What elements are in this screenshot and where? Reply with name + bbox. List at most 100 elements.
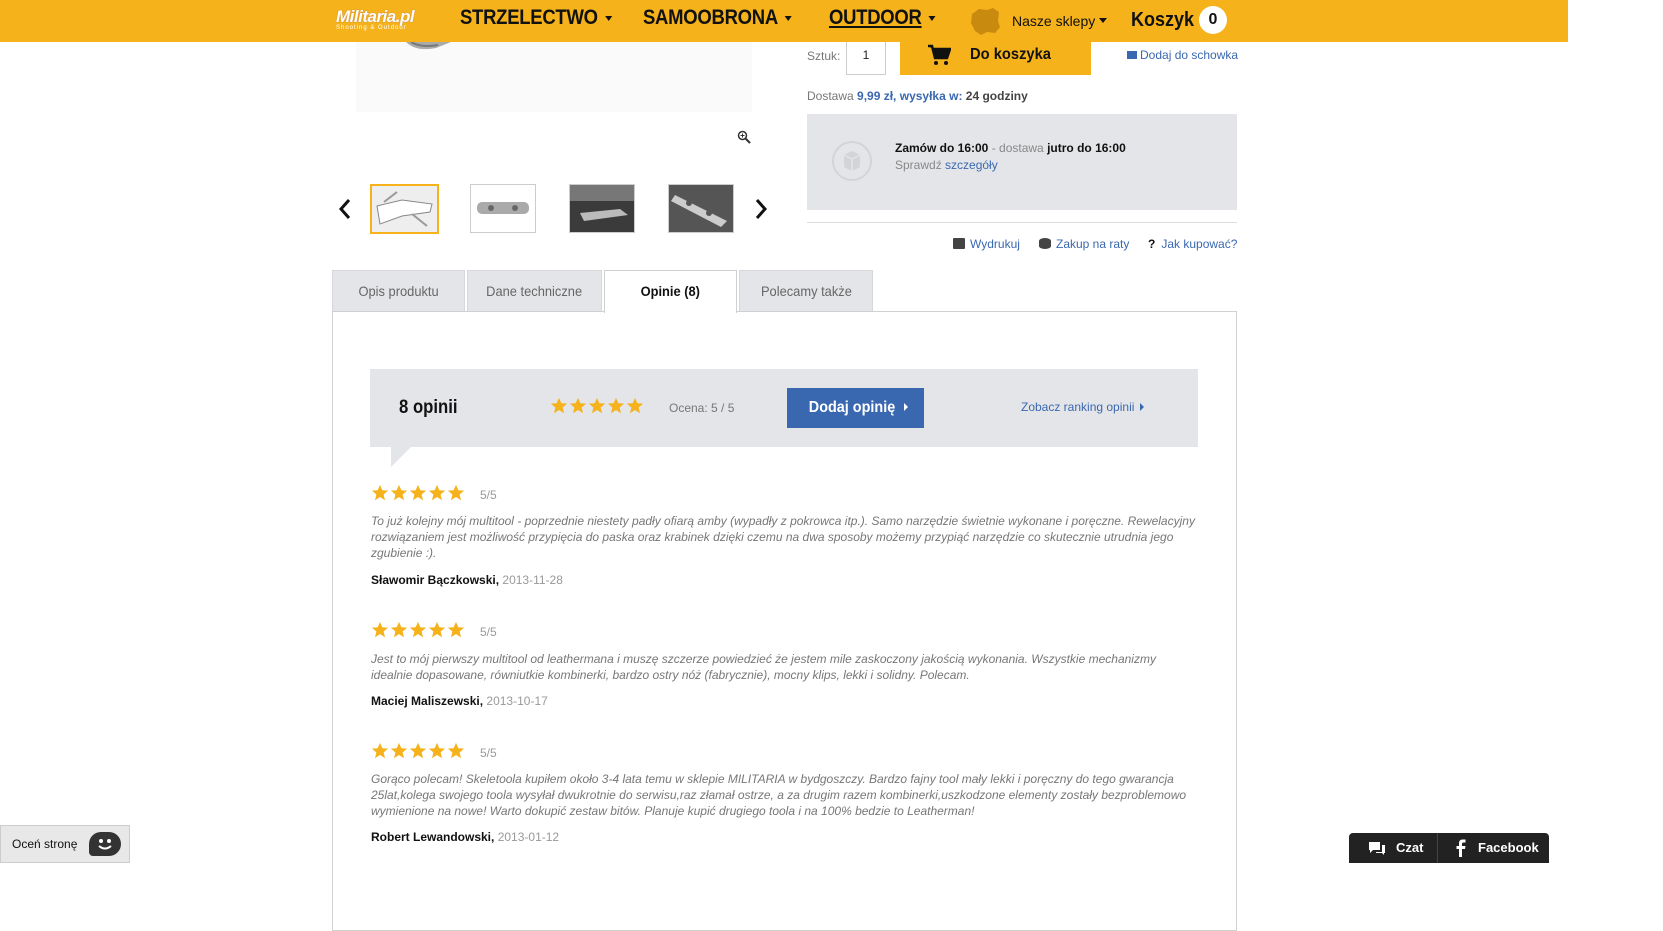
nav-item-strzelectwo[interactable]: STRZELECTWO: [460, 6, 612, 30]
chevron-down-icon: [1099, 18, 1107, 23]
star-icon: [409, 484, 427, 501]
thumbnail-4[interactable]: [668, 184, 734, 233]
nav-label: SAMOOBRONA: [643, 6, 778, 29]
chevron-left-icon[interactable]: [338, 198, 352, 220]
thumbnail-1[interactable]: [370, 184, 439, 234]
add-to-cart-label: Do koszyka: [970, 46, 1052, 63]
thumbnail-3[interactable]: [569, 184, 635, 233]
tab-product-description[interactable]: Opis produktu: [332, 270, 465, 312]
rate-page-label: Oceń stronę: [12, 837, 78, 851]
ranking-label: Zobacz ranking opinii: [1021, 400, 1135, 414]
facebook-widget-button[interactable]: Facebook: [1437, 833, 1549, 863]
product-main-image[interactable]: [356, 41, 752, 112]
review-author-line: Robert Lewandowski, 2013-01-12: [371, 830, 559, 844]
review-score: 5/5: [480, 746, 497, 760]
chevron-down-icon: [604, 15, 612, 21]
how-to-buy-label: Jak kupować?: [1161, 237, 1238, 251]
order-by: Zamów do 16:00: [895, 141, 989, 155]
print-link[interactable]: Wydrukuj: [953, 237, 1020, 251]
chat-widget-button[interactable]: Czat: [1349, 833, 1437, 863]
delivery-details-link[interactable]: szczegóły: [945, 158, 998, 172]
multitool-thumbnail: [376, 191, 433, 227]
add-review-label: Dodaj opinię: [808, 399, 895, 416]
nav-item-samoobrona[interactable]: SAMOOBRONA: [643, 6, 793, 30]
review-date: 2013-01-12: [497, 830, 560, 844]
average-rating-stars: [550, 397, 645, 415]
delivery-details: Sprawdź szczegóły: [895, 158, 998, 172]
star-icon: [428, 621, 446, 638]
cart-count-badge[interactable]: 0: [1199, 6, 1227, 34]
tab-label: Opis produktu: [358, 283, 439, 299]
star-icon: [409, 742, 427, 759]
tab-label: Opinie (8): [640, 283, 701, 299]
review-stars: [371, 742, 466, 760]
print-label: Wydrukuj: [970, 237, 1020, 251]
reviews-ranking-link[interactable]: Zobacz ranking opinii: [1021, 400, 1145, 414]
add-to-wishlist-link[interactable]: Dodaj do schowka: [1127, 48, 1238, 62]
logo-text: Militaria.pl: [336, 7, 415, 26]
review-item: 5/5 Jest to mój pierwszy multitool od le…: [371, 621, 1201, 711]
star-icon: [569, 397, 587, 414]
star-icon: [550, 397, 568, 414]
star-icon: [409, 621, 427, 638]
star-icon: [447, 742, 465, 759]
zoom-icon[interactable]: [737, 130, 751, 144]
review-score: 5/5: [480, 625, 497, 639]
delivery-info: Dostawa 9,99 zł, wysyłka w: 24 godziny: [807, 89, 1028, 103]
chevron-down-icon: [784, 15, 793, 21]
review-author: Robert Lewandowski,: [371, 830, 495, 844]
tab-reviews[interactable]: Opinie (8): [604, 270, 737, 313]
review-stars: [371, 484, 466, 502]
review-stars: [371, 621, 466, 639]
delivery-price: 9,99 zł,: [857, 89, 897, 103]
folder-icon: [1127, 51, 1137, 59]
review-body: To już kolejny mój multitool - poprzedni…: [371, 514, 1195, 560]
tab-label: Dane techniczne: [486, 283, 583, 299]
installments-link[interactable]: Zakup na raty: [1039, 237, 1129, 251]
shops-link[interactable]: Nasze sklepy: [1012, 13, 1095, 29]
cart-link[interactable]: Koszyk: [1131, 9, 1194, 32]
how-to-buy-link[interactable]: ? Jak kupować?: [1148, 237, 1237, 251]
star-icon: [390, 484, 408, 501]
thumbnail-2[interactable]: [470, 184, 536, 233]
rating-text: Ocena: 5 / 5: [669, 401, 735, 415]
facebook-icon: [1456, 839, 1466, 857]
site-logo[interactable]: Militaria.pl Shooting & Outdoor: [336, 7, 422, 35]
star-icon: [626, 397, 644, 414]
order-deadline: Zamów do 16:00 - dostawa jutro do 16:00: [895, 141, 1126, 155]
tab-technical-data[interactable]: Dane techniczne: [467, 270, 602, 312]
nav-item-outdoor[interactable]: OUTDOOR: [829, 6, 936, 30]
review-item: 5/5 To już kolejny mój multitool - poprz…: [371, 484, 1201, 594]
review-date: 2013-10-17: [486, 694, 548, 708]
chevron-right-icon[interactable]: [754, 198, 768, 220]
top-navigation-bar: Militaria.pl Shooting & Outdoor STRZELEC…: [0, 0, 1568, 42]
chat-bubble-icon: [1369, 842, 1385, 855]
delivery-when: jutro do 16:00: [1047, 141, 1126, 155]
tab-label: Polecamy także: [760, 283, 852, 299]
installments-label: Zakup na raty: [1056, 237, 1130, 251]
delivery-prefix: Dostawa: [807, 89, 854, 103]
check-prefix: Sprawdź: [895, 158, 942, 172]
poland-map-icon: [971, 8, 1000, 35]
printer-icon: [953, 238, 965, 249]
review-author-line: Maciej Maliszewski, 2013-10-17: [371, 694, 548, 708]
nav-label: OUTDOOR: [829, 6, 922, 29]
wishlist-label: Dodaj do schowka: [1140, 48, 1239, 62]
add-review-button[interactable]: Dodaj opinię: [787, 388, 924, 428]
multitool-thumbnail: [570, 185, 634, 232]
review-date: 2013-11-28: [502, 573, 563, 587]
reviews-summary: 8 opinii Ocena: 5 / 5 Dodaj opinię Zobac…: [370, 369, 1198, 447]
star-icon: [447, 621, 465, 638]
quantity-label: Sztuk:: [807, 49, 841, 63]
shipping-time: 24 godziny: [965, 89, 1028, 103]
review-author: Maciej Maliszewski,: [371, 694, 484, 708]
rate-page-widget[interactable]: Oceń stronę: [0, 825, 130, 863]
chevron-right-icon: [1140, 403, 1145, 411]
review-author-line: Sławomir Bączkowski, 2013-11-28: [371, 573, 563, 587]
tab-recommended[interactable]: Polecamy także: [739, 270, 873, 312]
facebook-label: Facebook: [1478, 840, 1539, 855]
multitool-thumbnail: [471, 185, 535, 232]
star-icon: [588, 397, 606, 414]
smiley-icon: [89, 832, 121, 856]
delivery-box: Zamów do 16:00 - dostawa jutro do 16:00 …: [807, 114, 1237, 210]
